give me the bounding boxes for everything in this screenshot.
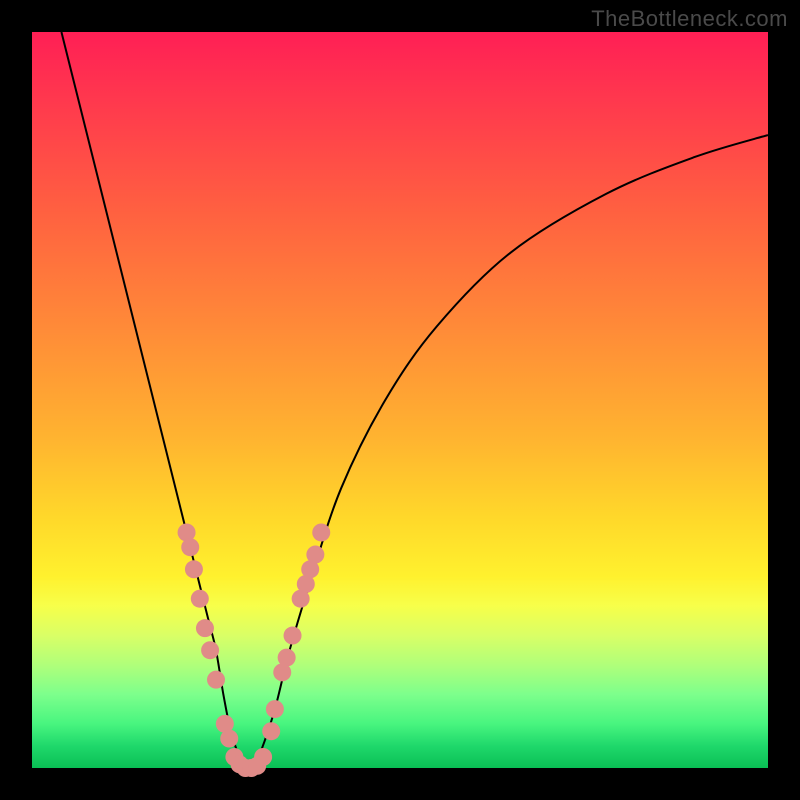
data-marker xyxy=(312,523,330,541)
data-marker xyxy=(278,649,296,667)
data-marker xyxy=(191,590,209,608)
data-marker xyxy=(196,619,214,637)
plot-area xyxy=(32,32,768,768)
watermark-text: TheBottleneck.com xyxy=(591,6,788,32)
bottleneck-curve xyxy=(61,32,768,770)
data-marker xyxy=(254,748,272,766)
data-marker xyxy=(262,722,280,740)
marker-group xyxy=(178,523,331,777)
data-marker xyxy=(266,700,284,718)
data-marker xyxy=(185,560,203,578)
chart-svg xyxy=(32,32,768,768)
chart-frame: TheBottleneck.com xyxy=(0,0,800,800)
data-marker xyxy=(220,730,238,748)
data-marker xyxy=(181,538,199,556)
data-marker xyxy=(306,546,324,564)
data-marker xyxy=(207,671,225,689)
data-marker xyxy=(284,627,302,645)
data-marker xyxy=(201,641,219,659)
